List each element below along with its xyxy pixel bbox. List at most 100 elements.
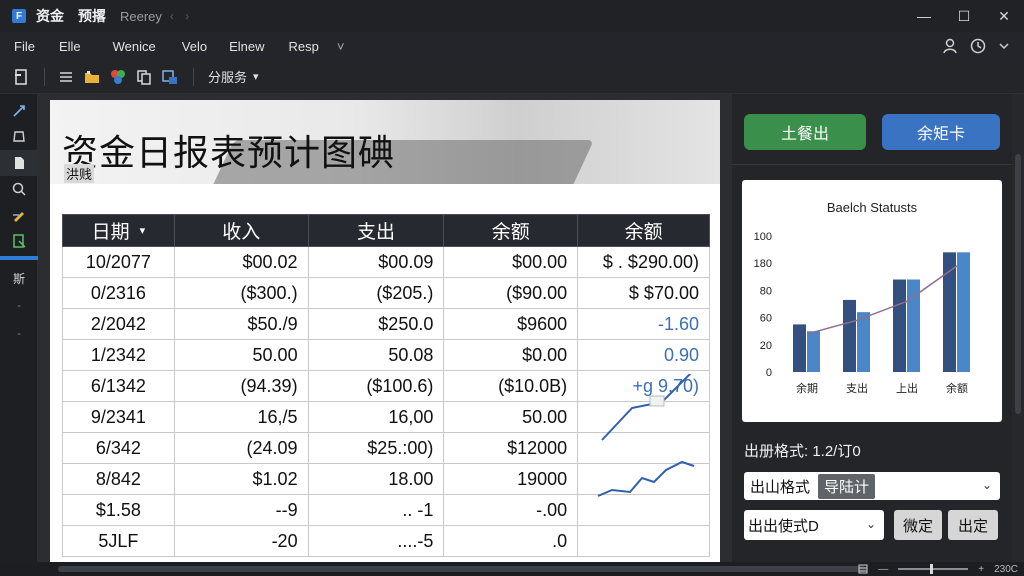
horizontal-scrollbar-thumb[interactable] [58, 566, 866, 572]
menu-resp[interactable]: Resp [289, 39, 319, 54]
table-row[interactable]: 6/342 (24.09 $25.:00) $12000 [62, 432, 710, 464]
preview-icon[interactable] [161, 68, 179, 86]
table-cell[interactable]: 10/2077 [62, 246, 175, 278]
menu-elle[interactable]: Elle [59, 39, 81, 54]
col-header-balance-2[interactable]: 余额 [577, 214, 710, 247]
document-icon[interactable] [0, 150, 38, 176]
table-row[interactable]: 8/842 $1.02 18.00 19000 [62, 463, 710, 495]
maximize-button[interactable]: ☐ [944, 0, 984, 32]
table-cell[interactable]: $00.00 [443, 246, 579, 278]
table-cell[interactable]: ....-5 [307, 525, 445, 557]
table-cell[interactable]: 6/342 [62, 432, 175, 464]
table-cell[interactable]: $00.09 [307, 246, 445, 278]
table-cell[interactable]: 50.08 [307, 339, 445, 371]
menu-velo[interactable]: Velo [182, 39, 207, 54]
table-cell[interactable]: $0.00 [443, 339, 579, 371]
service-dropdown-caret-icon[interactable]: ▾ [253, 70, 259, 83]
table-cell[interactable]: $50./9 [173, 308, 309, 340]
table-cell[interactable] [577, 525, 710, 557]
new-file-icon[interactable] [12, 68, 30, 86]
user-icon[interactable] [942, 38, 958, 54]
table-cell[interactable]: $1.02 [173, 463, 309, 495]
close-button[interactable]: ✕ [984, 0, 1024, 32]
table-row[interactable]: 1/2342 50.00 50.08 $0.00 0.90 [62, 339, 710, 371]
table-cell[interactable] [577, 494, 710, 526]
table-cell[interactable]: 9/2341 [62, 401, 175, 433]
table-row[interactable]: 5JLF -20 ....-5.0 [62, 525, 710, 557]
vertical-scrollbar-thumb[interactable] [1015, 154, 1021, 414]
table-cell[interactable]: .. -1 [307, 494, 445, 526]
menu-wenice[interactable]: Wenice [113, 39, 156, 54]
vertical-scrollbar[interactable] [1012, 94, 1024, 562]
table-cell[interactable]: (24.09 [173, 432, 309, 464]
cancel-button[interactable]: 出定 [948, 510, 998, 540]
table-cell[interactable]: $1.58 [62, 494, 175, 526]
table-cell[interactable]: --9 [173, 494, 309, 526]
select-tool-icon[interactable] [0, 98, 38, 124]
table-cell[interactable] [577, 432, 710, 464]
table-row[interactable]: 10/2077 $00.02 $00.09 $00.00 $ . $290.00) [62, 246, 710, 278]
rail-collapse-icon[interactable]: ‑ [0, 292, 38, 320]
page-view-icon[interactable] [858, 564, 868, 574]
table-cell[interactable]: 5JLF [62, 525, 175, 557]
table-cell[interactable]: 6/1342 [62, 370, 175, 402]
export-icon[interactable] [0, 228, 38, 254]
col-header-balance[interactable]: 余额 [443, 214, 579, 247]
table-cell[interactable]: 0/2316 [62, 277, 175, 309]
table-row[interactable]: 9/2341 16,/5 16,00 50.00 [62, 401, 710, 433]
table-row[interactable]: 2/2042 $50./9 $250.0 $9600 -1.60 [62, 308, 710, 340]
table-cell[interactable]: 16,/5 [173, 401, 309, 433]
table-cell[interactable]: 18.00 [307, 463, 445, 495]
table-row[interactable]: $1.58 --9.. -1 -.00 [62, 494, 710, 526]
col-header-date[interactable]: 日期 ▾ [62, 214, 175, 247]
table-row[interactable]: 0/2316 ($300.) ($205.) ($90.00 $ $70.00 [62, 277, 710, 309]
balance-card-button[interactable]: 余矩卡 [882, 114, 1000, 150]
rail-expand-icon[interactable]: ‑ [0, 320, 38, 348]
table-cell[interactable]: $250.0 [307, 308, 445, 340]
table-cell[interactable]: -.00 [443, 494, 579, 526]
confirm-button[interactable]: 微定 [894, 510, 942, 540]
table-cell[interactable]: $00.02 [173, 246, 309, 278]
horizontal-scrollbar[interactable]: — + 230C [0, 562, 1024, 576]
rail-label[interactable]: 斯 [0, 264, 38, 292]
table-cell[interactable]: 2/2042 [62, 308, 175, 340]
table-cell[interactable]: -1.60 [577, 308, 710, 340]
table-cell[interactable]: .0 [443, 525, 579, 557]
col-header-income[interactable]: 收入 [173, 214, 309, 247]
table-cell[interactable]: $25.:00) [307, 432, 445, 464]
sort-caret-icon[interactable]: ▾ [140, 224, 146, 237]
folder-icon[interactable] [83, 68, 101, 86]
table-cell[interactable]: ($10.0B) [443, 370, 579, 402]
table-cell[interactable]: ($300.) [173, 277, 309, 309]
table-cell[interactable]: 1/2342 [62, 339, 175, 371]
table-cell[interactable]: 50.00 [173, 339, 309, 371]
service-dropdown-label[interactable]: 分服务 [208, 67, 247, 86]
menu-file[interactable]: File [14, 39, 35, 54]
menu-more-chevron-icon[interactable]: ˅ [337, 39, 345, 54]
list-icon[interactable] [57, 68, 75, 86]
zoom-in-icon[interactable]: + [978, 564, 984, 575]
table-cell[interactable]: ($205.) [307, 277, 445, 309]
window-nav-arrows[interactable]: ‹ › [170, 9, 193, 23]
table-cell[interactable]: +g 9.70) [577, 370, 710, 402]
table-cell[interactable]: 0.90 [577, 339, 710, 371]
table-cell[interactable]: $ . $290.00) [577, 246, 710, 278]
clock-icon[interactable] [970, 38, 986, 54]
table-cell[interactable] [577, 401, 710, 433]
table-cell[interactable] [577, 463, 710, 495]
chevron-down-icon[interactable] [998, 38, 1010, 54]
table-cell[interactable]: $9600 [443, 308, 579, 340]
table-row[interactable]: 6/1342 (94.39) ($100.6) ($10.0B) +g 9.70) [62, 370, 710, 402]
search-icon[interactable] [0, 176, 38, 202]
copy-icon[interactable] [135, 68, 153, 86]
table-cell[interactable]: 19000 [443, 463, 579, 495]
edit-icon[interactable] [0, 202, 38, 228]
table-cell[interactable]: 8/842 [62, 463, 175, 495]
table-cell[interactable]: ($100.6) [307, 370, 445, 402]
zoom-out-icon[interactable]: — [878, 564, 888, 575]
minimize-button[interactable]: — [904, 0, 944, 32]
zoom-slider-thumb[interactable] [930, 564, 934, 574]
menu-elnew[interactable]: Elnew [229, 39, 264, 54]
table-cell[interactable]: $ $70.00 [577, 277, 710, 309]
table-cell[interactable]: $12000 [443, 432, 579, 464]
